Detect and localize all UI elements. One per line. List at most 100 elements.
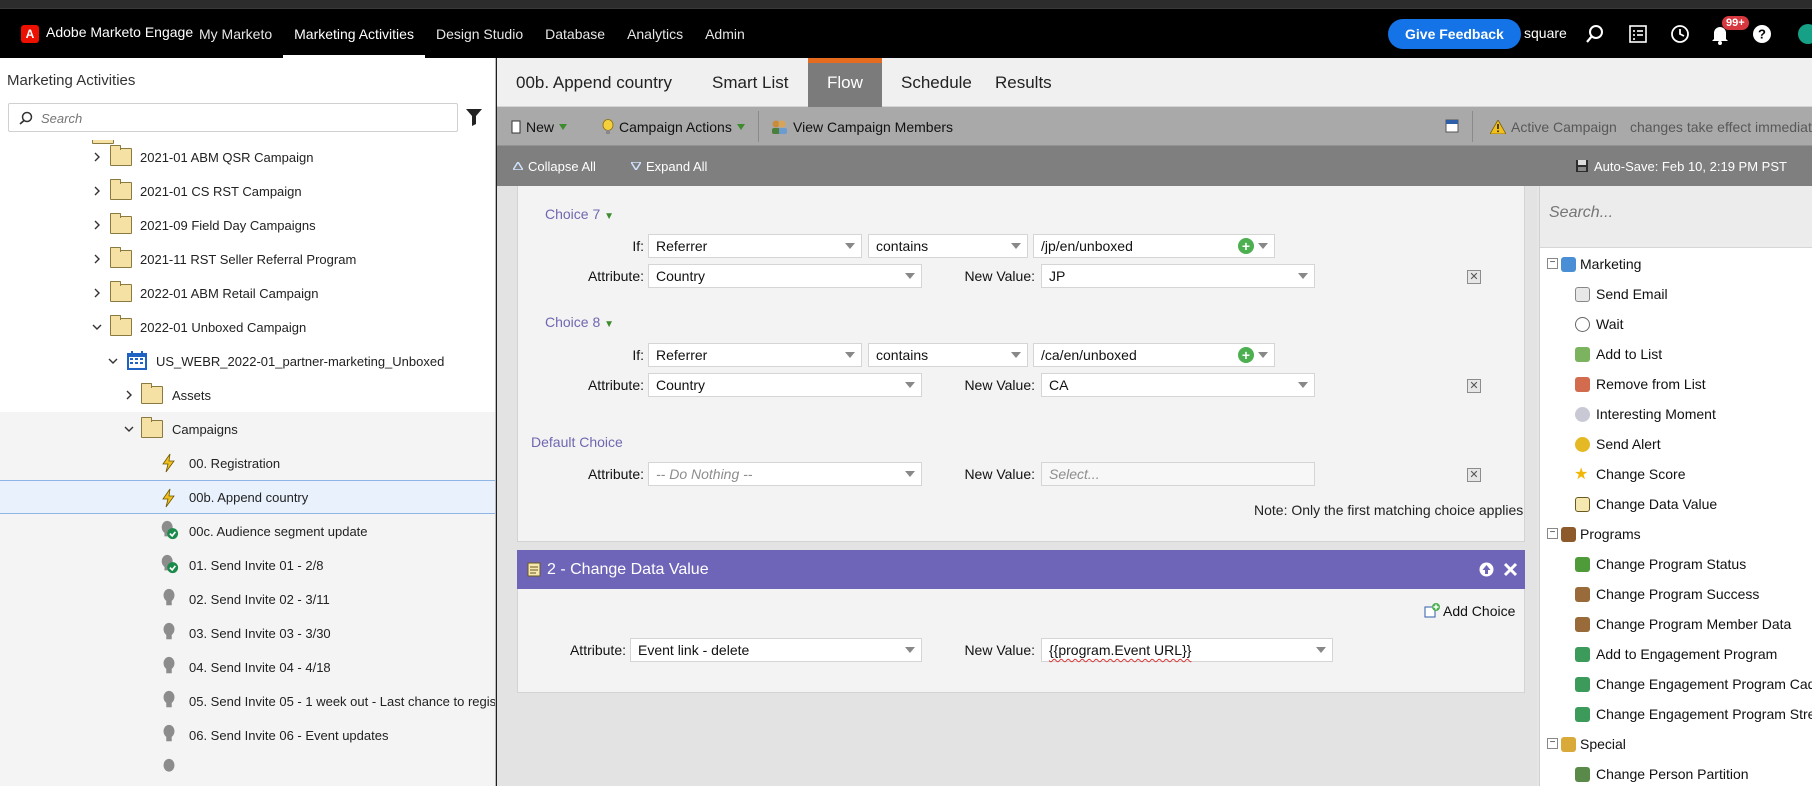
tree-row-campaign[interactable]: 00c. Audience segment update bbox=[0, 514, 495, 548]
chevron-right-icon[interactable] bbox=[91, 287, 103, 299]
nav-admin[interactable]: Admin bbox=[694, 9, 756, 58]
flow-library-search-input[interactable] bbox=[1540, 196, 1812, 230]
delete-choice-icon[interactable]: ✕ bbox=[1467, 468, 1481, 482]
collapse-minus-icon[interactable]: − bbox=[1547, 738, 1558, 749]
chevron-right-icon[interactable] bbox=[91, 185, 103, 197]
help-icon[interactable]: ? bbox=[1751, 23, 1773, 45]
view-campaign-members-button[interactable]: View Campaign Members bbox=[770, 107, 953, 146]
library-group-special[interactable]: − Special bbox=[1540, 731, 1812, 757]
tree-row-folder-expanded[interactable]: 2022-01 Unboxed Campaign bbox=[0, 310, 495, 344]
search-icon[interactable] bbox=[1584, 23, 1606, 45]
campaign-actions-button[interactable]: Campaign Actions bbox=[602, 107, 745, 146]
choice-7-field-select[interactable]: Referrer bbox=[648, 234, 862, 258]
chevron-down-icon[interactable] bbox=[107, 355, 119, 367]
tree-row-campaign[interactable]: 06. Send Invite 06 - Event updates bbox=[0, 718, 495, 752]
chevron-down-icon[interactable] bbox=[123, 423, 135, 435]
flow-library-search[interactable] bbox=[1540, 186, 1812, 248]
library-item-remove-from-list[interactable]: Remove from List bbox=[1540, 371, 1812, 397]
new-menu-button[interactable]: New bbox=[511, 107, 568, 146]
step-2-attribute-select[interactable]: Event link - delete bbox=[630, 638, 922, 662]
library-item-change-program-status[interactable]: Change Program Status bbox=[1540, 551, 1812, 577]
user-avatar[interactable] bbox=[1798, 24, 1812, 44]
sidebar-search-box[interactable] bbox=[8, 103, 458, 132]
library-item-send-alert[interactable]: Send Alert bbox=[1540, 431, 1812, 457]
tree-row-folder[interactable]: 2022-01 ABM Retail Campaign bbox=[0, 276, 495, 310]
choice-8-new-value-select[interactable]: CA bbox=[1041, 373, 1315, 397]
tree-row-folder[interactable]: 2021-01 CS RST Campaign bbox=[0, 174, 495, 208]
library-item-change-person-partition[interactable]: Change Person Partition bbox=[1540, 761, 1812, 786]
library-item-change-program-member-data[interactable]: Change Program Member Data bbox=[1540, 611, 1812, 637]
delete-choice-icon[interactable]: ✕ bbox=[1467, 379, 1481, 393]
tree-row-campaign-selected[interactable]: 00b. Append country bbox=[0, 480, 495, 514]
tree-row-folder-expanded[interactable]: Campaigns bbox=[0, 412, 495, 446]
tree-row-campaign[interactable]: 03. Send Invite 03 - 3/30 bbox=[0, 616, 495, 650]
library-item-send-email[interactable]: Send Email bbox=[1540, 281, 1812, 307]
nav-design-studio[interactable]: Design Studio bbox=[425, 9, 534, 58]
library-group-marketing[interactable]: − Marketing bbox=[1540, 251, 1812, 277]
tree-row-folder[interactable]: 2021-11 RST Seller Referral Program bbox=[0, 242, 495, 276]
library-item-change-data-value[interactable]: Change Data Value bbox=[1540, 491, 1812, 517]
tab-schedule[interactable]: Schedule bbox=[882, 58, 991, 107]
choice-8-field-select[interactable]: Referrer bbox=[648, 343, 862, 367]
history-clock-icon[interactable] bbox=[1669, 23, 1691, 45]
library-group-programs[interactable]: − Programs bbox=[1540, 521, 1812, 547]
give-feedback-button[interactable]: Give Feedback bbox=[1388, 19, 1521, 49]
tab-smart-list[interactable]: Smart List bbox=[693, 58, 808, 107]
chevron-right-icon[interactable] bbox=[123, 389, 135, 401]
library-item-change-score[interactable]: ★ Change Score bbox=[1540, 461, 1812, 487]
move-up-icon[interactable] bbox=[1479, 562, 1494, 577]
choice-7-value-input[interactable]: /jp/en/unboxed + bbox=[1033, 234, 1275, 258]
nav-my-marketo[interactable]: My Marketo bbox=[188, 9, 283, 58]
choice-7-operator-select[interactable]: contains bbox=[868, 234, 1028, 258]
add-value-plus-icon[interactable]: + bbox=[1238, 238, 1254, 254]
tree-row-folder[interactable]: 2021-09 Field Day Campaigns bbox=[0, 208, 495, 242]
choice-7-new-value-select[interactable]: JP bbox=[1041, 264, 1315, 288]
tab-campaign-name[interactable]: 00b. Append country bbox=[497, 58, 691, 107]
tree-row-campaign[interactable]: 04. Send Invite 04 - 4/18 bbox=[0, 650, 495, 684]
nav-analytics[interactable]: Analytics bbox=[616, 9, 694, 58]
tree-row-folder[interactable]: Assets bbox=[0, 378, 495, 412]
library-item-add-to-list[interactable]: Add to List bbox=[1540, 341, 1812, 367]
library-item-wait[interactable]: Wait bbox=[1540, 311, 1812, 337]
default-new-value-select[interactable]: Select... bbox=[1041, 462, 1315, 486]
add-choice-button[interactable]: Add Choice bbox=[1424, 603, 1515, 619]
collapse-minus-icon[interactable]: − bbox=[1547, 528, 1558, 539]
library-item-change-program-success[interactable]: Change Program Success bbox=[1540, 581, 1812, 607]
choice-7-attribute-select[interactable]: Country bbox=[648, 264, 922, 288]
sidebar-search-input[interactable] bbox=[41, 108, 441, 128]
step-2-new-value-input[interactable]: {{program.Event URL}} bbox=[1041, 638, 1333, 662]
tree-row-folder[interactable]: 2021-01 ABM QSR Campaign bbox=[0, 140, 495, 174]
chevron-right-icon[interactable] bbox=[91, 151, 103, 163]
tree-row-campaign[interactable]: 05. Send Invite 05 - 1 week out - Last c… bbox=[0, 684, 495, 718]
choice-8-attribute-select[interactable]: Country bbox=[648, 373, 922, 397]
remove-step-icon[interactable] bbox=[1503, 562, 1518, 577]
flow-step-2-header[interactable]: 2 - Change Data Value bbox=[517, 550, 1525, 589]
add-value-plus-icon[interactable]: + bbox=[1238, 347, 1254, 363]
choice-8-value-input[interactable]: /ca/en/unboxed + bbox=[1033, 343, 1275, 367]
tasks-icon[interactable] bbox=[1627, 23, 1649, 45]
choice-8-operator-select[interactable]: contains bbox=[868, 343, 1028, 367]
chevron-down-icon[interactable] bbox=[91, 321, 103, 333]
library-item-change-engagement-cadence[interactable]: Change Engagement Program Cadence bbox=[1540, 671, 1812, 697]
tab-flow[interactable]: Flow bbox=[808, 58, 882, 107]
nav-marketing-activities[interactable]: Marketing Activities bbox=[283, 9, 425, 58]
layout-panel-icon[interactable] bbox=[1445, 119, 1459, 133]
nav-database[interactable]: Database bbox=[534, 9, 616, 58]
delete-choice-icon[interactable]: ✕ bbox=[1467, 270, 1481, 284]
choice-8-title[interactable]: Choice 8 ▼ bbox=[545, 314, 614, 330]
tab-results[interactable]: Results bbox=[976, 58, 1071, 107]
tree-row-campaign[interactable]: 00. Registration bbox=[0, 446, 495, 480]
chevron-right-icon[interactable] bbox=[91, 253, 103, 265]
choice-7-title[interactable]: Choice 7 ▼ bbox=[545, 206, 614, 222]
tree-row-campaign[interactable]: 02. Send Invite 02 - 3/11 bbox=[0, 582, 495, 616]
tree-row-campaign[interactable]: 01. Send Invite 01 - 2/8 bbox=[0, 548, 495, 582]
library-item-interesting-moment[interactable]: Interesting Moment bbox=[1540, 401, 1812, 427]
library-item-add-to-engagement-program[interactable]: Add to Engagement Program bbox=[1540, 641, 1812, 667]
filter-icon[interactable] bbox=[466, 108, 482, 126]
chevron-right-icon[interactable] bbox=[91, 219, 103, 231]
brand-name[interactable]: Adobe Marketo Engage bbox=[46, 24, 193, 40]
collapse-minus-icon[interactable]: − bbox=[1547, 258, 1558, 269]
default-attribute-select[interactable]: -- Do Nothing -- bbox=[648, 462, 922, 486]
workspace-user-label[interactable]: square bbox=[1524, 25, 1567, 41]
library-item-change-engagement-stream[interactable]: Change Engagement Program Stream bbox=[1540, 701, 1812, 727]
